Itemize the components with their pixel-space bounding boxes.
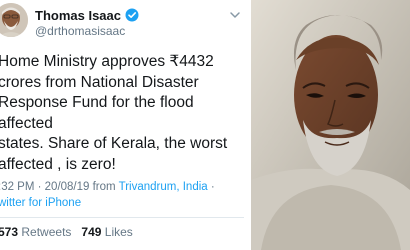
chevron-down-icon[interactable] <box>229 8 241 20</box>
user-handle[interactable]: @drthomasisaac <box>35 24 125 38</box>
time-date: :32 PM · 20/08/19 from <box>0 181 119 193</box>
source-link[interactable]: witter for iPhone <box>0 197 81 209</box>
location-suffix: · <box>207 181 215 193</box>
likes-count[interactable]: 749 <box>81 225 101 239</box>
likes-label[interactable]: Likes <box>105 225 133 239</box>
avatar[interactable] <box>0 3 28 37</box>
display-name[interactable]: Thomas Isaac <box>35 8 121 23</box>
tweet-timestamp: :32 PM · 20/08/19 from Trivandrum, India… <box>0 181 215 193</box>
author-row: Thomas Isaac <box>35 6 139 24</box>
tweet-text: Home Ministry approves ₹4432 crores from… <box>0 53 228 173</box>
retweets-count[interactable]: 573 <box>0 225 18 239</box>
tweet-card: Thomas Isaac @drthomasisaac Home Ministr… <box>0 0 251 250</box>
location-link[interactable]: Trivandrum, India <box>119 181 208 193</box>
verified-badge-icon <box>125 8 139 22</box>
retweets-label[interactable]: Retweets <box>21 225 71 239</box>
avatar-portrait <box>0 3 28 37</box>
divider <box>0 217 244 218</box>
engagement-stats: 573 Retweets 749 Likes <box>0 225 133 239</box>
portrait-photo <box>251 0 410 250</box>
